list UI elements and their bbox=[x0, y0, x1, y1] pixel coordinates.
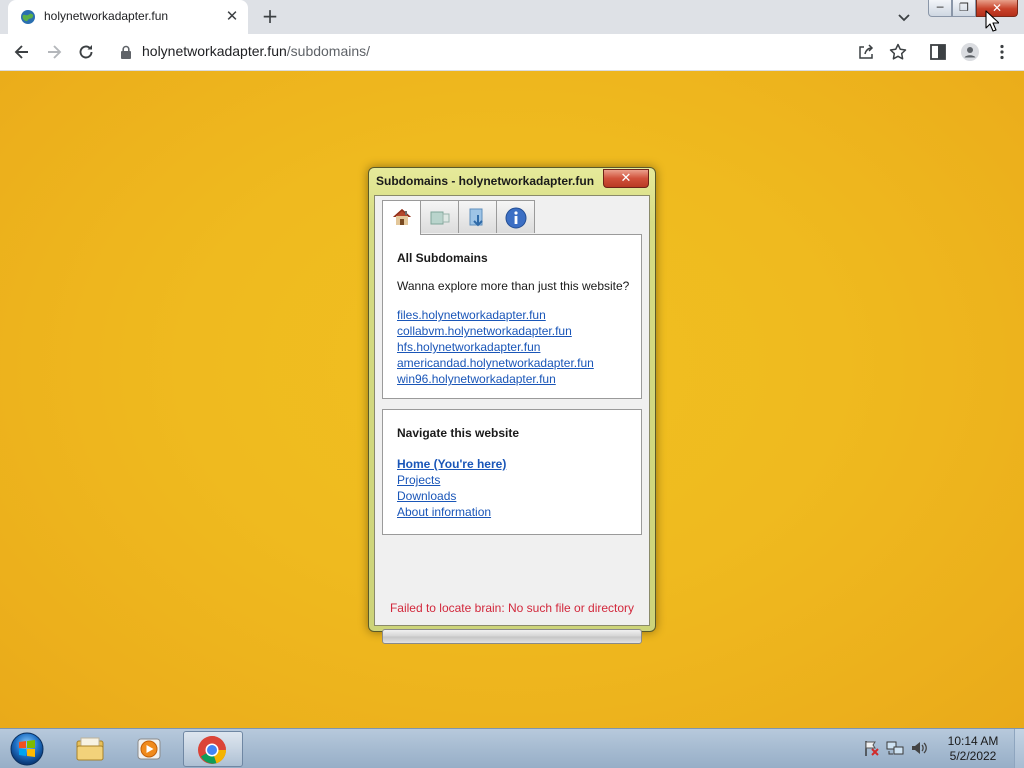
minimize-button[interactable]: ─ bbox=[928, 0, 952, 17]
nav-link-list: Home (You're here) Projects Downloads Ab… bbox=[397, 456, 641, 520]
network-icon[interactable] bbox=[886, 739, 904, 757]
nav-link-projects[interactable]: Projects bbox=[397, 472, 641, 488]
menu-kebab-icon[interactable] bbox=[992, 42, 1012, 62]
subdomain-link-list: files.holynetworkadapter.fun collabvm.ho… bbox=[397, 307, 641, 387]
nav-link-downloads[interactable]: Downloads bbox=[397, 488, 641, 504]
share-icon[interactable] bbox=[856, 42, 876, 62]
tab-title: holynetworkadapter.fun bbox=[44, 9, 169, 23]
back-arrow-icon[interactable] bbox=[12, 42, 32, 62]
new-tab-button[interactable]: + bbox=[258, 5, 282, 29]
restore-button[interactable]: ❐ bbox=[952, 0, 976, 17]
action-center-flag-icon[interactable] bbox=[862, 739, 880, 757]
volume-icon[interactable] bbox=[910, 739, 928, 757]
navigate-heading: Navigate this website bbox=[397, 426, 520, 440]
tab-search-chevron-icon[interactable] bbox=[894, 7, 914, 27]
info-icon bbox=[505, 207, 527, 229]
globe-favicon-icon bbox=[21, 10, 35, 24]
tab-projects[interactable] bbox=[420, 200, 459, 233]
taskbar: 10:14 AM 5/2/2022 bbox=[0, 728, 1024, 768]
subdomains-intro-text: Wanna explore more than just this websit… bbox=[397, 279, 630, 293]
nav-link-about[interactable]: About information bbox=[397, 504, 641, 520]
tab-info[interactable] bbox=[496, 200, 535, 233]
subdomains-dialog: Subdomains - holynetworkadapter.fun ✕ Al… bbox=[368, 167, 656, 644]
subdomain-link-win96[interactable]: win96.holynetworkadapter.fun bbox=[397, 371, 641, 387]
taskbar-media-player[interactable] bbox=[122, 731, 178, 767]
subdomain-link-hfs[interactable]: hfs.holynetworkadapter.fun bbox=[397, 339, 641, 355]
navigate-panel: Navigate this website Home (You're here)… bbox=[382, 409, 642, 535]
subdomains-heading: All Subdomains bbox=[397, 251, 488, 265]
window-controls: ─ ❐ ✕ bbox=[928, 0, 1018, 18]
tab-downloads[interactable] bbox=[458, 200, 497, 233]
star-bookmark-icon[interactable] bbox=[888, 42, 908, 62]
url-text: holynetworkadapter.fun/subdomains/ bbox=[142, 43, 370, 59]
url-path: /subdomains/ bbox=[286, 43, 371, 59]
browser-toolbar: holynetworkadapter.fun/subdomains/ bbox=[0, 34, 1024, 71]
subdomain-link-files[interactable]: files.holynetworkadapter.fun bbox=[397, 307, 641, 323]
taskbar-explorer[interactable] bbox=[62, 731, 118, 767]
url-host: holynetworkadapter.fun bbox=[142, 43, 287, 59]
home-icon bbox=[393, 209, 411, 225]
explorer-folder-icon bbox=[76, 737, 104, 761]
dialog-tab-bar bbox=[382, 200, 535, 235]
taskbar-chrome[interactable] bbox=[183, 731, 243, 767]
browser-tab[interactable]: holynetworkadapter.fun ✕ bbox=[8, 0, 248, 34]
subdomain-link-collabvm[interactable]: collabvm.holynetworkadapter.fun bbox=[397, 323, 641, 339]
reload-icon[interactable] bbox=[76, 42, 96, 62]
media-player-icon bbox=[137, 738, 161, 760]
lock-icon[interactable] bbox=[120, 45, 132, 59]
page-viewport: Subdomains - holynetworkadapter.fun ✕ Al… bbox=[0, 71, 1024, 728]
side-panel-icon[interactable] bbox=[928, 42, 948, 62]
forward-arrow-icon[interactable] bbox=[44, 42, 64, 62]
dialog-title: Subdomains - holynetworkadapter.fun bbox=[376, 174, 595, 188]
clock-time: 10:14 AM bbox=[947, 734, 999, 748]
start-button-icon[interactable] bbox=[8, 731, 46, 767]
error-message: Failed to locate brain: No such file or … bbox=[389, 601, 635, 615]
projects-icon bbox=[430, 211, 450, 225]
chrome-icon bbox=[198, 736, 226, 764]
dialog-close-button[interactable]: ✕ bbox=[603, 169, 649, 188]
subdomain-link-americandad[interactable]: americandad.holynetworkadapter.fun bbox=[397, 355, 641, 371]
address-bar[interactable]: holynetworkadapter.fun/subdomains/ bbox=[110, 38, 920, 66]
progress-bar bbox=[382, 629, 642, 644]
taskbar-clock[interactable]: 10:14 AM 5/2/2022 bbox=[936, 734, 1010, 764]
dialog-body: All Subdomains Wanna explore more than j… bbox=[374, 195, 650, 644]
tab-close-icon[interactable]: ✕ bbox=[224, 8, 240, 24]
downloads-icon bbox=[469, 208, 483, 227]
show-desktop-button[interactable] bbox=[1014, 729, 1024, 768]
mouse-cursor-icon bbox=[985, 10, 999, 32]
clock-date: 5/2/2022 bbox=[949, 749, 997, 763]
browser-tabstrip: holynetworkadapter.fun ✕ + ─ ❐ ✕ bbox=[0, 0, 1024, 34]
subdomains-panel: All Subdomains Wanna explore more than j… bbox=[382, 234, 642, 399]
nav-link-home[interactable]: Home (You're here) bbox=[397, 456, 641, 472]
profile-avatar-icon[interactable] bbox=[960, 42, 980, 62]
tab-home[interactable] bbox=[382, 200, 421, 235]
system-tray bbox=[862, 739, 928, 759]
